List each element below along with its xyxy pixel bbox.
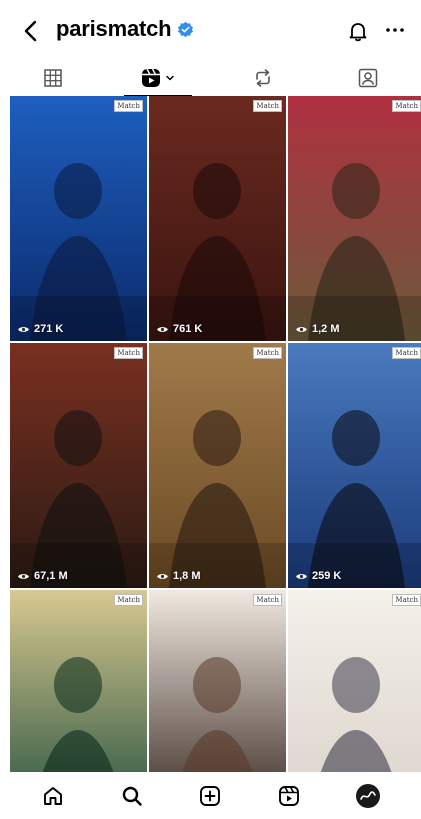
- view-count-text: 1,2 M: [312, 323, 340, 335]
- brand-logo: Match: [114, 347, 143, 359]
- reel-thumbnail[interactable]: Match 259 K: [288, 343, 421, 588]
- reel-thumbnail-image: [288, 96, 421, 341]
- reel-thumbnail-image: [149, 590, 286, 772]
- brand-logo: Match: [253, 594, 282, 606]
- view-count: 67,1 M: [17, 570, 68, 582]
- view-count-text: 271 K: [34, 323, 64, 335]
- reels-nav-icon: [279, 785, 300, 806]
- nav-profile[interactable]: [353, 781, 383, 811]
- back-arrow-icon[interactable]: [18, 18, 44, 44]
- eye-icon: [296, 326, 307, 332]
- reel-thumbnail-image: [149, 96, 286, 341]
- chevron-down-icon: [166, 75, 175, 81]
- brand-logo: Match: [114, 594, 143, 606]
- reel-thumbnail[interactable]: Match 761 K: [149, 96, 286, 341]
- reel-thumbnail[interactable]: Match 1,8 M: [149, 343, 286, 588]
- reel-thumbnail[interactable]: Match: [10, 590, 147, 772]
- reel-thumbnail-image: [149, 343, 286, 588]
- profile-header: parismatch: [0, 0, 421, 60]
- eye-icon: [296, 573, 307, 579]
- tab-reposts[interactable]: [211, 60, 316, 96]
- reel-thumbnail[interactable]: Match: [149, 590, 286, 772]
- notifications-bell-icon[interactable]: [346, 19, 370, 43]
- profile-username: parismatch: [56, 16, 194, 42]
- create-icon: [200, 785, 221, 806]
- eye-icon: [18, 573, 29, 579]
- view-count-text: 1,8 M: [173, 570, 201, 582]
- reels-grid: Match 271 K Match 761 K Match 1,2 M Match 67,1 …: [10, 96, 421, 772]
- eye-icon: [157, 326, 168, 332]
- reel-thumbnail-image: [288, 590, 421, 772]
- brand-logo: Match: [253, 100, 282, 112]
- tab-reels[interactable]: [105, 60, 210, 96]
- nav-create[interactable]: [195, 781, 225, 811]
- verified-badge-icon: [178, 21, 194, 37]
- reel-thumbnail[interactable]: Match 271 K: [10, 96, 147, 341]
- brand-logo: Match: [392, 347, 421, 359]
- reel-thumbnail-image: [288, 343, 421, 588]
- reel-thumbnail-image: [10, 590, 147, 772]
- brand-logo: Match: [114, 100, 143, 112]
- nav-home[interactable]: [38, 781, 68, 811]
- brand-logo: Match: [253, 347, 282, 359]
- brand-logo: Match: [392, 100, 421, 112]
- reel-thumbnail[interactable]: Match 67,1 M: [10, 343, 147, 588]
- view-count: 1,2 M: [295, 323, 340, 335]
- tab-posts-grid[interactable]: [0, 60, 105, 96]
- view-count: 1,8 M: [156, 570, 201, 582]
- nav-search[interactable]: [117, 781, 147, 811]
- view-count-text: 259 K: [312, 570, 342, 582]
- reel-thumbnail-image: [10, 343, 147, 588]
- tagged-icon: [359, 68, 378, 88]
- tab-tagged[interactable]: [316, 60, 421, 96]
- username-text: parismatch: [56, 16, 172, 41]
- eye-icon: [18, 326, 29, 332]
- profile-avatar: [355, 783, 380, 808]
- view-count: 761 K: [156, 323, 202, 335]
- reel-thumbnail-image: [10, 96, 147, 341]
- brand-logo: Match: [392, 594, 421, 606]
- view-count: 259 K: [295, 570, 341, 582]
- reel-thumbnail[interactable]: Match: [288, 590, 421, 772]
- nav-reels[interactable]: [274, 781, 304, 811]
- reel-thumbnail[interactable]: Match 1,2 M: [288, 96, 421, 341]
- view-count: 271 K: [17, 323, 63, 335]
- home-icon: [44, 786, 63, 805]
- view-count-text: 761 K: [173, 323, 203, 335]
- reels-icon: [142, 68, 161, 87]
- bottom-navigation-bar: [0, 772, 421, 819]
- more-options-icon[interactable]: [384, 18, 406, 42]
- view-count-text: 67,1 M: [34, 570, 68, 582]
- profile-content-tabs: [0, 60, 421, 96]
- reposts-icon: [256, 69, 270, 87]
- grid-icon: [43, 69, 62, 87]
- search-icon: [122, 786, 142, 806]
- eye-icon: [157, 573, 168, 579]
